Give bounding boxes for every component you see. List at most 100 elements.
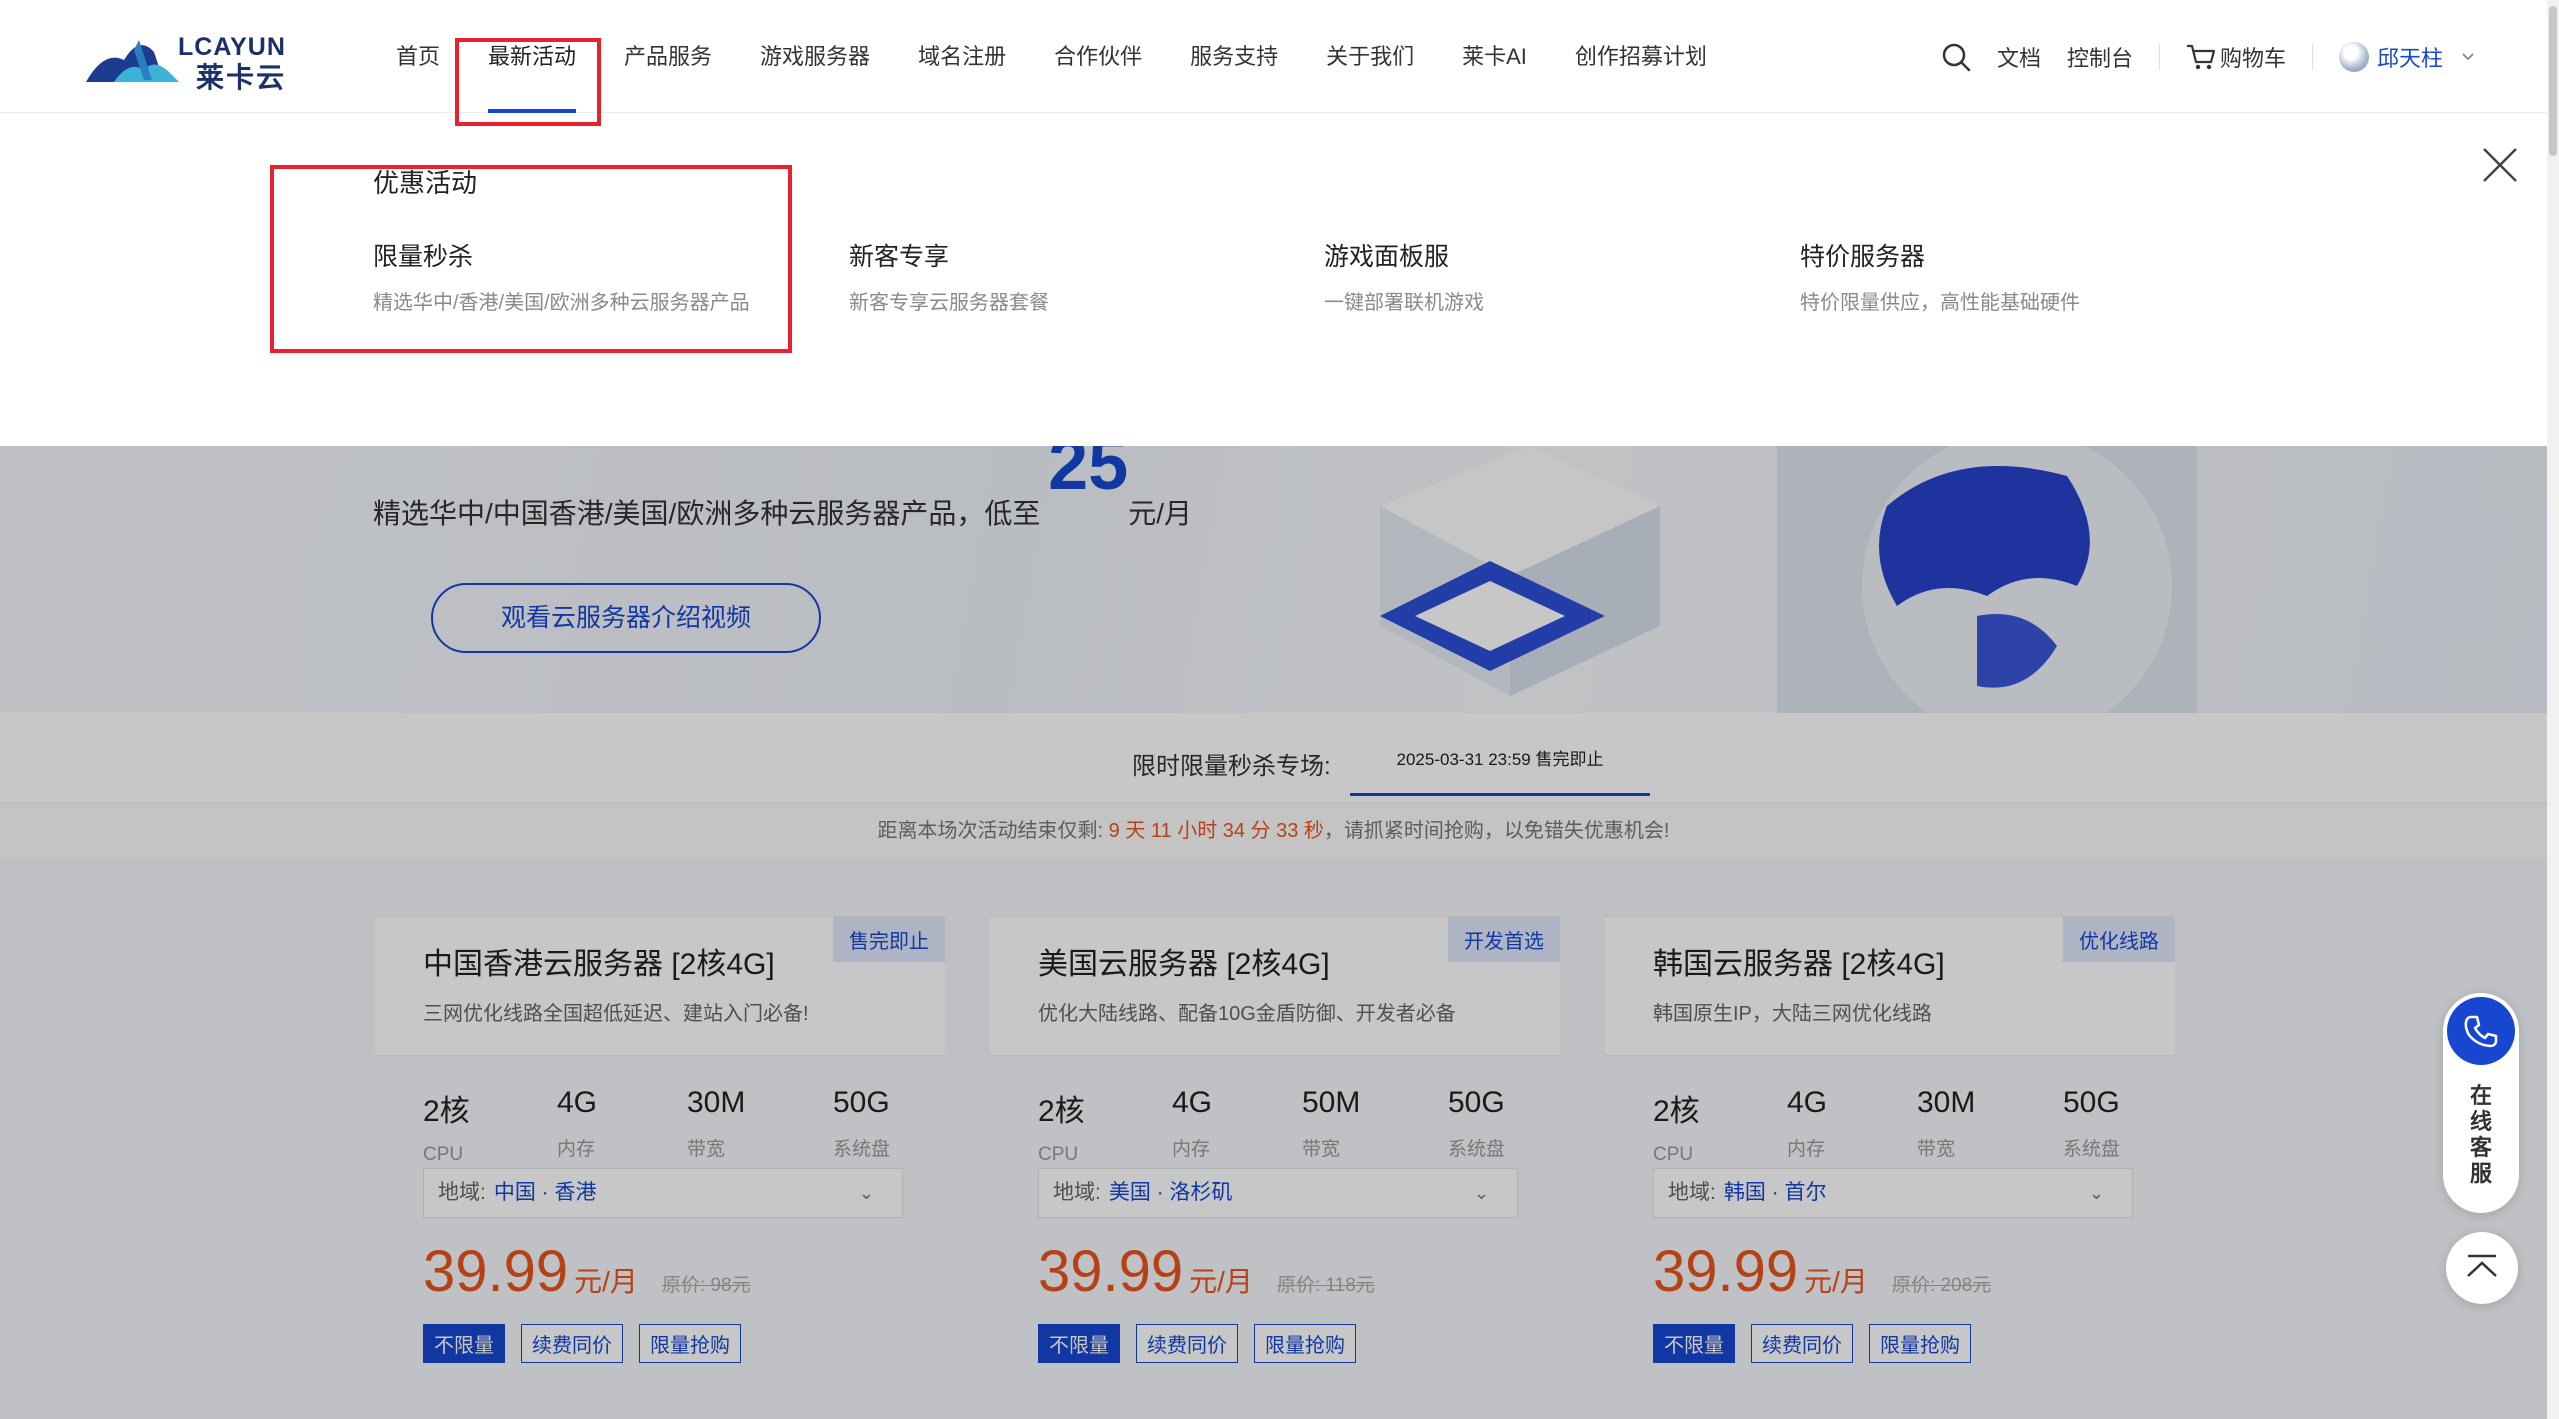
chevron-down-icon: ⌄ (2088, 1183, 2104, 1203)
card-title: 中国香港云服务器 [2核4G] (423, 948, 775, 981)
scrollbar-thumb[interactable] (2549, 6, 2557, 156)
spec-label: 内存 (557, 1139, 596, 1160)
phone-icon (2464, 1015, 2498, 1048)
spec-value: 4G (1172, 1086, 1213, 1119)
chevron-down-icon: ⌄ (1473, 1183, 1489, 1203)
spec-label: 系统盘 (833, 1139, 891, 1160)
spec-disk: 50G 系统盘 (1448, 1086, 1568, 1161)
original-price: 原价: 98元 (661, 1275, 751, 1296)
card-specs: 2核 CPU 4G 内存 50M 带宽 50G 系统盘 地域: 美国 · 洛杉矶 ⌄ 39.… (990, 1055, 1560, 1419)
server-illustration-icon (1380, 446, 1660, 696)
spec-value: 2核 (1653, 1095, 1700, 1128)
nav-support[interactable]: 服务支持 (1166, 0, 1302, 113)
cart-icon (2186, 44, 2216, 69)
chevron-down-icon (2462, 52, 2474, 60)
price-unit: 元/月 (1189, 1266, 1253, 1297)
tag: 续费同价 (521, 1324, 623, 1363)
spec-label: 带宽 (1917, 1139, 1956, 1160)
countdown-bar: 距离本场次活动结束仅剩: 9 天 11 小时 34 分 33 秒，请抓紧时间抢购… (0, 803, 2547, 858)
region-select[interactable]: 地域: 中国 · 香港 ⌄ (423, 1168, 903, 1218)
card-badge: 售完即止 (833, 917, 945, 962)
spec-label: CPU (423, 1144, 464, 1165)
activities-dropdown: 优惠活动 限量秒杀 精选华中/香港/美国/欧洲多种云服务器产品 新客专享 新客专… (0, 113, 2547, 446)
header-actions: 文档 控制台 购物车 邱天柱 (1915, 0, 2475, 113)
dropdown-item-special-offer[interactable]: 特价服务器 特价限量供应，高性能基础硬件 (1800, 237, 2200, 319)
seckill-tab[interactable]: 2025-03-31 23:59 售完即止 (1350, 732, 1650, 796)
nav-creator-program[interactable]: 创作招募计划 (1551, 0, 1731, 113)
banner-subtitle: 精选华中/中国香港/美国/欧洲多种云服务器产品，低至 25元/月 (373, 446, 1192, 540)
card-price: 39.99 元/月 原价: 208元 (1653, 1238, 1991, 1305)
nav-products[interactable]: 产品服务 (600, 0, 736, 113)
banner-unit: 元/月 (1128, 498, 1192, 529)
dropdown-item-flash-sale[interactable]: 限量秒杀 精选华中/香港/美国/欧洲多种云服务器产品 (373, 237, 773, 319)
region-label: 地域: (438, 1181, 486, 1204)
nav-partners[interactable]: 合作伙伴 (1030, 0, 1166, 113)
product-card-hongkong[interactable]: 售完即止 中国香港云服务器 [2核4G] 三网优化线路全国超低延迟、建站入门必备… (375, 916, 945, 1419)
spec-value: 50M (1302, 1086, 1361, 1119)
logo[interactable]: LCAYUN 莱卡云 (84, 30, 294, 94)
banner-subtitle-text: 精选华中/中国香港/美国/欧洲多种云服务器产品，低至 (373, 498, 1041, 529)
close-dropdown-button[interactable] (2480, 145, 2520, 185)
spec-value: 50G (2063, 1086, 2120, 1119)
region-label: 地域: (1668, 1181, 1716, 1204)
nav-about[interactable]: 关于我们 (1302, 0, 1438, 113)
nav-home[interactable]: 首页 (372, 0, 464, 113)
nav-ai[interactable]: 莱卡AI (1438, 0, 1551, 113)
dropdown-item-desc: 新客专享云服务器套餐 (849, 292, 1049, 314)
nav-latest-activities[interactable]: 最新活动 (464, 0, 600, 113)
main-nav: 首页 最新活动 产品服务 游戏服务器 域名注册 合作伙伴 服务支持 关于我们 莱… (372, 0, 1731, 113)
avatar (2338, 41, 2369, 72)
user-menu[interactable]: 邱天柱 (2338, 41, 2475, 73)
dropdown-item-desc: 精选华中/香港/美国/欧洲多种云服务器产品 (373, 292, 750, 314)
user-name: 邱天柱 (2376, 45, 2443, 71)
card-price: 39.99 元/月 原价: 118元 (1038, 1238, 1375, 1305)
spec-bandwidth: 50M 带宽 (1302, 1086, 1422, 1161)
tag: 不限量 (423, 1324, 505, 1363)
countdown-prefix: 距离本场次活动结束仅剩: (877, 820, 1104, 842)
region-select[interactable]: 地域: 美国 · 洛杉矶 ⌄ (1038, 1168, 1518, 1218)
dropdown-item-new-customer[interactable]: 新客专享 新客专享云服务器套餐 (849, 237, 1249, 319)
tag: 限量抢购 (639, 1324, 741, 1363)
original-price: 原价: 118元 (1276, 1275, 1375, 1296)
product-card-usa[interactable]: 开发首选 美国云服务器 [2核4G] 优化大陆线路、配备10G金盾防御、开发者必… (990, 916, 1560, 1419)
tag: 限量抢购 (1869, 1324, 1971, 1363)
spec-value: 30M (687, 1086, 746, 1119)
phone-button[interactable] (2447, 997, 2515, 1065)
cart-link[interactable]: 购物车 (2186, 41, 2286, 73)
region-value: 美国 · 洛杉矶 (1108, 1181, 1233, 1204)
spec-label: 系统盘 (1448, 1139, 1506, 1160)
watch-video-button[interactable]: 观看云服务器介绍视频 (431, 583, 821, 653)
dropdown-item-name: 游戏面板服 (1324, 243, 1450, 271)
site-header: LCAYUN 莱卡云 首页 最新活动 产品服务 游戏服务器 域名注册 合作伙伴 … (0, 0, 2547, 113)
region-value: 中国 · 香港 (493, 1181, 597, 1204)
product-card-korea[interactable]: 优化线路 韩国云服务器 [2核4G] 韩国原生IP，大陆三网优化线路 2核 CPU… (1605, 916, 2175, 1419)
region-label: 地域: (1053, 1181, 1101, 1204)
online-service-label: 在线客服 (2469, 1083, 2492, 1186)
spec-cpu: 2核 CPU (423, 1086, 543, 1166)
search-icon (1942, 43, 1971, 71)
dropdown-item-desc: 一键部署联机游戏 (1324, 292, 1484, 314)
dropdown-item-desc: 特价限量供应，高性能基础硬件 (1800, 292, 2080, 314)
price-value: 39.99 (1653, 1239, 1799, 1304)
nav-domains[interactable]: 域名注册 (894, 0, 1030, 113)
banner-price: 25 (1048, 446, 1129, 505)
search-button[interactable] (1941, 42, 1971, 72)
vertical-scrollbar[interactable] (2547, 0, 2559, 1419)
card-tags: 不限量 续费同价 限量抢购 (1653, 1324, 1987, 1363)
dropdown-title: 优惠活动 (373, 168, 478, 198)
online-service-widget[interactable]: 在线客服 (2443, 993, 2519, 1213)
dropdown-item-game-panel[interactable]: 游戏面板服 一键部署联机游戏 (1324, 237, 1724, 319)
nav-game-servers[interactable]: 游戏服务器 (736, 0, 894, 113)
spec-label: 带宽 (1302, 1139, 1341, 1160)
console-link[interactable]: 控制台 (2067, 41, 2133, 73)
close-icon (2483, 148, 2517, 182)
spec-cpu: 2核 CPU (1038, 1086, 1158, 1166)
card-price: 39.99 元/月 原价: 98元 (423, 1238, 751, 1305)
price-unit: 元/月 (574, 1266, 638, 1297)
spec-value: 50G (1448, 1086, 1505, 1119)
back-to-top-button[interactable] (2446, 1232, 2518, 1304)
card-specs: 2核 CPU 4G 内存 30M 带宽 50G 系统盘 地域: 韩国 · 首尔 ⌄ 39.9… (1605, 1055, 2175, 1419)
docs-link[interactable]: 文档 (1997, 41, 2041, 73)
countdown-value: 9 天 11 小时 34 分 33 秒 (1108, 820, 1324, 842)
region-select[interactable]: 地域: 韩国 · 首尔 ⌄ (1653, 1168, 2133, 1218)
